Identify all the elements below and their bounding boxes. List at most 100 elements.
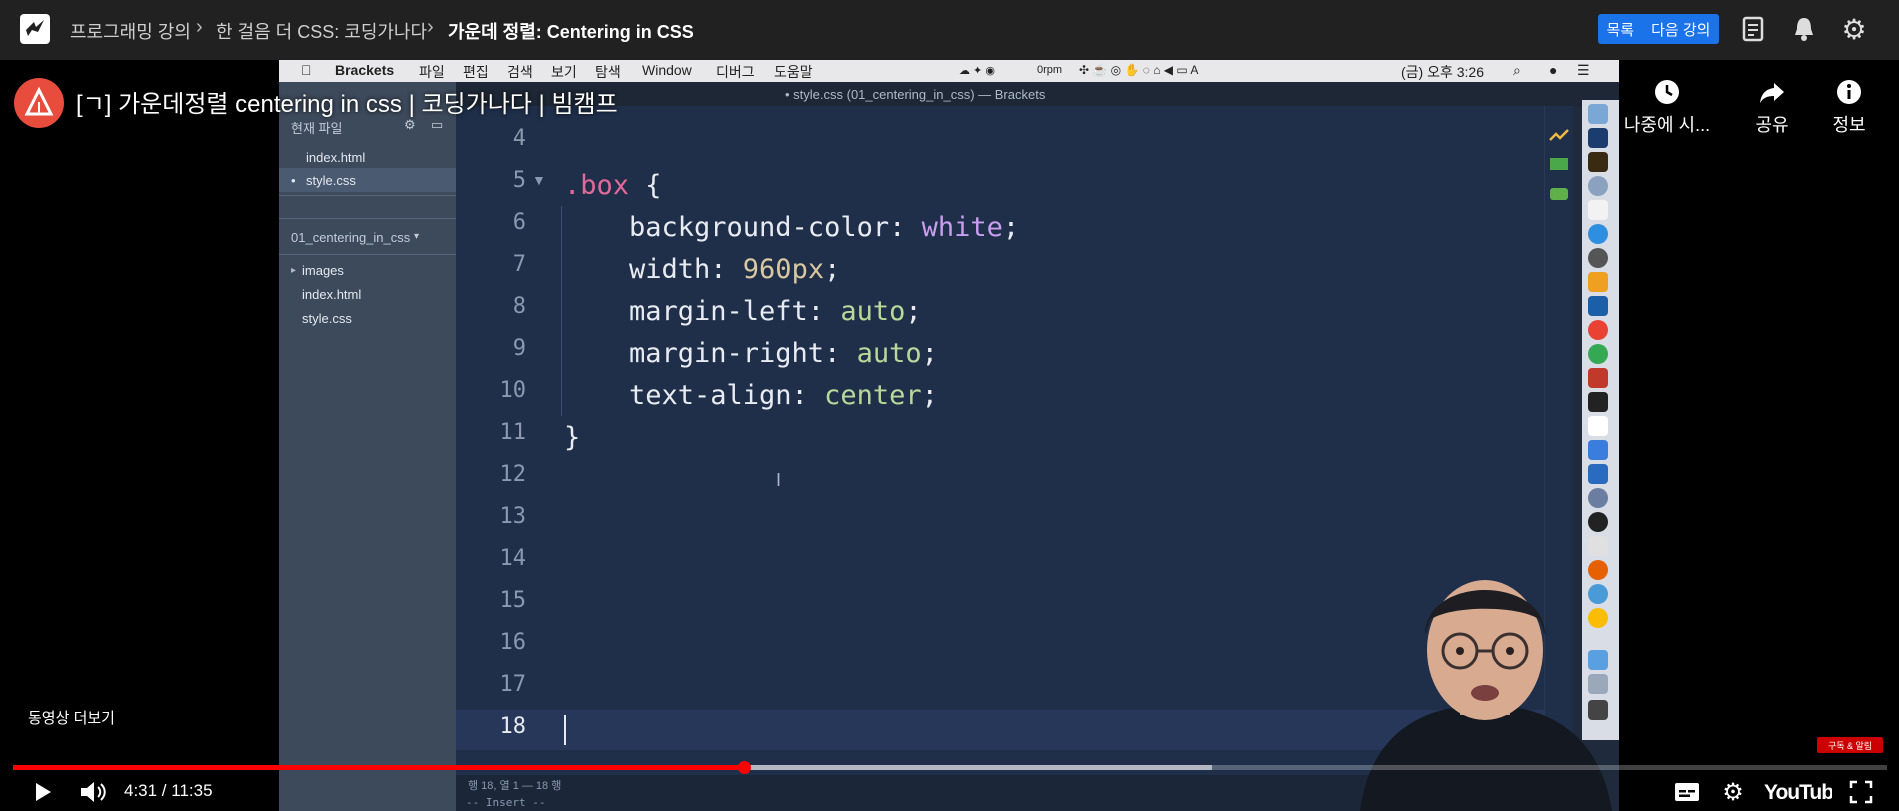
lecture-nav-button[interactable]: 목록 다음 강의 [1598, 14, 1719, 44]
modified-dot-icon: • [291, 173, 296, 188]
app-store-icon [1588, 224, 1608, 244]
time-display: 4:31 / 11:35 [124, 781, 213, 800]
mouse-ibeam-icon: I [776, 470, 782, 490]
tree-file-style[interactable]: style.css [302, 311, 352, 326]
mac-menu-find: 검색 [507, 64, 533, 80]
info-label: 정보 [1832, 115, 1866, 135]
fold-toggle-icon[interactable]: ▼ [532, 172, 546, 188]
line-number: 8 [512, 294, 526, 319]
line-number: 4 [512, 126, 526, 151]
line-number-active: 18 [499, 714, 527, 739]
sidebar-divider [279, 254, 456, 255]
css-property: margin-right: [629, 338, 857, 369]
mac-fan-rpm: 0rpm [1037, 64, 1063, 76]
tree-folder-images[interactable]: images [302, 263, 344, 278]
working-file-style[interactable]: style.css [306, 173, 356, 188]
tree-file-index[interactable]: index.html [302, 287, 361, 302]
breadcrumb-course[interactable]: 한 걸음 더 CSS: 코딩가나다 [216, 18, 427, 44]
code-line-11: } [564, 422, 581, 453]
line-number: 11 [499, 420, 527, 445]
more-videos-link[interactable]: 동영상 더보기 [28, 707, 115, 728]
chevron-right-icon: › [196, 16, 203, 38]
github-icon [1588, 512, 1608, 532]
mac-app-name: Brackets [335, 62, 395, 78]
sublime-icon [1588, 272, 1608, 292]
brackets-icon [1588, 296, 1608, 316]
mac-menu-help: 도움말 [774, 64, 813, 80]
settings-gear-icon[interactable]: ⚙ [1839, 14, 1869, 45]
tasks-icon [1588, 440, 1608, 460]
mac-menu-window: Window [642, 62, 692, 78]
progress-played [13, 765, 744, 770]
share-arrow-icon [1760, 83, 1784, 103]
code-semicolon: ; [921, 338, 938, 369]
player-settings-icon[interactable]: ⚙ [1718, 778, 1748, 806]
watch-later-button[interactable]: 나중에 시... [1622, 78, 1712, 137]
subscribe-badge[interactable]: 구독 & 알림 [1817, 737, 1883, 753]
svg-text:YouTube: YouTube [1764, 781, 1832, 804]
breadcrumb-category[interactable]: 프로그래밍 강의 [70, 18, 191, 44]
code-line-5: .box { [564, 170, 662, 201]
line-number: 12 [499, 462, 527, 487]
sidebar-divider [279, 195, 456, 196]
line-number: 13 [499, 504, 527, 529]
css-property: text-align: [629, 380, 825, 411]
fullscreen-button[interactable] [1846, 778, 1876, 806]
working-file-index[interactable]: index.html [306, 150, 365, 165]
css-property: background-color: [629, 212, 922, 243]
apple-icon:  [301, 62, 312, 78]
volume-button[interactable] [78, 778, 108, 806]
line-number: 6 [512, 210, 526, 235]
text-cursor [564, 715, 566, 745]
video-title[interactable]: [ㄱ] 가운데정렬 centering in css | 코딩가나다 | 빔캠프 [76, 84, 618, 119]
mac-tray-icons: ✣ ☕ ◎ ✋ ◌ ⌂ ◀ ▭ A [1079, 63, 1199, 77]
code-line-6: background-color: white; [629, 212, 1019, 243]
youtube-logo[interactable]: YouTube [1762, 778, 1845, 806]
mac-menu-debug: 디버그 [716, 64, 755, 80]
keynote-icon [1588, 464, 1608, 484]
project-dropdown[interactable]: 01_centering_in_css [291, 230, 410, 245]
progress-scrubber[interactable] [737, 761, 751, 774]
sidebar-split-icon: ▭ [431, 117, 444, 132]
breadcrumb-current-lecture: 가운데 정렬: Centering in CSS [448, 22, 694, 42]
code-semicolon: ; [824, 254, 841, 285]
bell-icon[interactable] [1789, 14, 1819, 44]
line-number: 16 [499, 630, 527, 655]
line-number: 7 [512, 252, 526, 277]
launchpad-icon [1588, 176, 1608, 196]
slack-icon [1588, 416, 1608, 436]
progress-buffered [743, 765, 1213, 770]
media-icon [1588, 488, 1608, 508]
sidebar-settings-icon: ⚙ [404, 117, 416, 132]
folder-expand-icon: ▸ [291, 265, 297, 276]
line-number: 5 [512, 168, 526, 193]
info-icon [1837, 80, 1861, 104]
cursor-position: 행 18, 열 1 — 18 행 [468, 780, 562, 792]
list-button[interactable]: 목록 [1607, 19, 1635, 40]
live-preview-icon[interactable] [1549, 128, 1569, 144]
finder-icon [1588, 104, 1608, 124]
line-number: 15 [499, 588, 527, 613]
notes-icon[interactable] [1738, 14, 1768, 44]
css-value: auto [840, 296, 906, 327]
mac-clock: (금) 오후 3:26 [1401, 64, 1484, 80]
extension-manager-icon[interactable] [1550, 158, 1568, 170]
css-value: 960px [742, 254, 825, 285]
indent-guide [561, 206, 562, 416]
code-line-8: margin-left: auto; [629, 296, 922, 327]
play-button[interactable] [28, 778, 58, 806]
next-lecture-button[interactable]: 다음 강의 [1651, 19, 1710, 40]
info-button[interactable]: 정보 [1804, 78, 1894, 137]
captions-button[interactable] [1672, 778, 1702, 806]
acrobat-icon [1588, 536, 1608, 556]
line-number: 14 [499, 546, 527, 571]
code-semicolon: ; [905, 296, 922, 327]
site-logo-icon[interactable] [20, 14, 50, 44]
chrome-icon [1588, 320, 1608, 340]
css-value: center [824, 380, 922, 411]
channel-avatar[interactable] [14, 78, 64, 128]
extension-icon[interactable] [1550, 188, 1568, 200]
file-sidebar: 현재 파일 ⚙ ▭ index.html • style.css 01_cent… [279, 82, 456, 811]
calendar-icon [1588, 200, 1608, 220]
mac-menu-bar:  Brackets 파일 편집 검색 보기 탐색 Window 디버그 도움말… [279, 60, 1619, 82]
